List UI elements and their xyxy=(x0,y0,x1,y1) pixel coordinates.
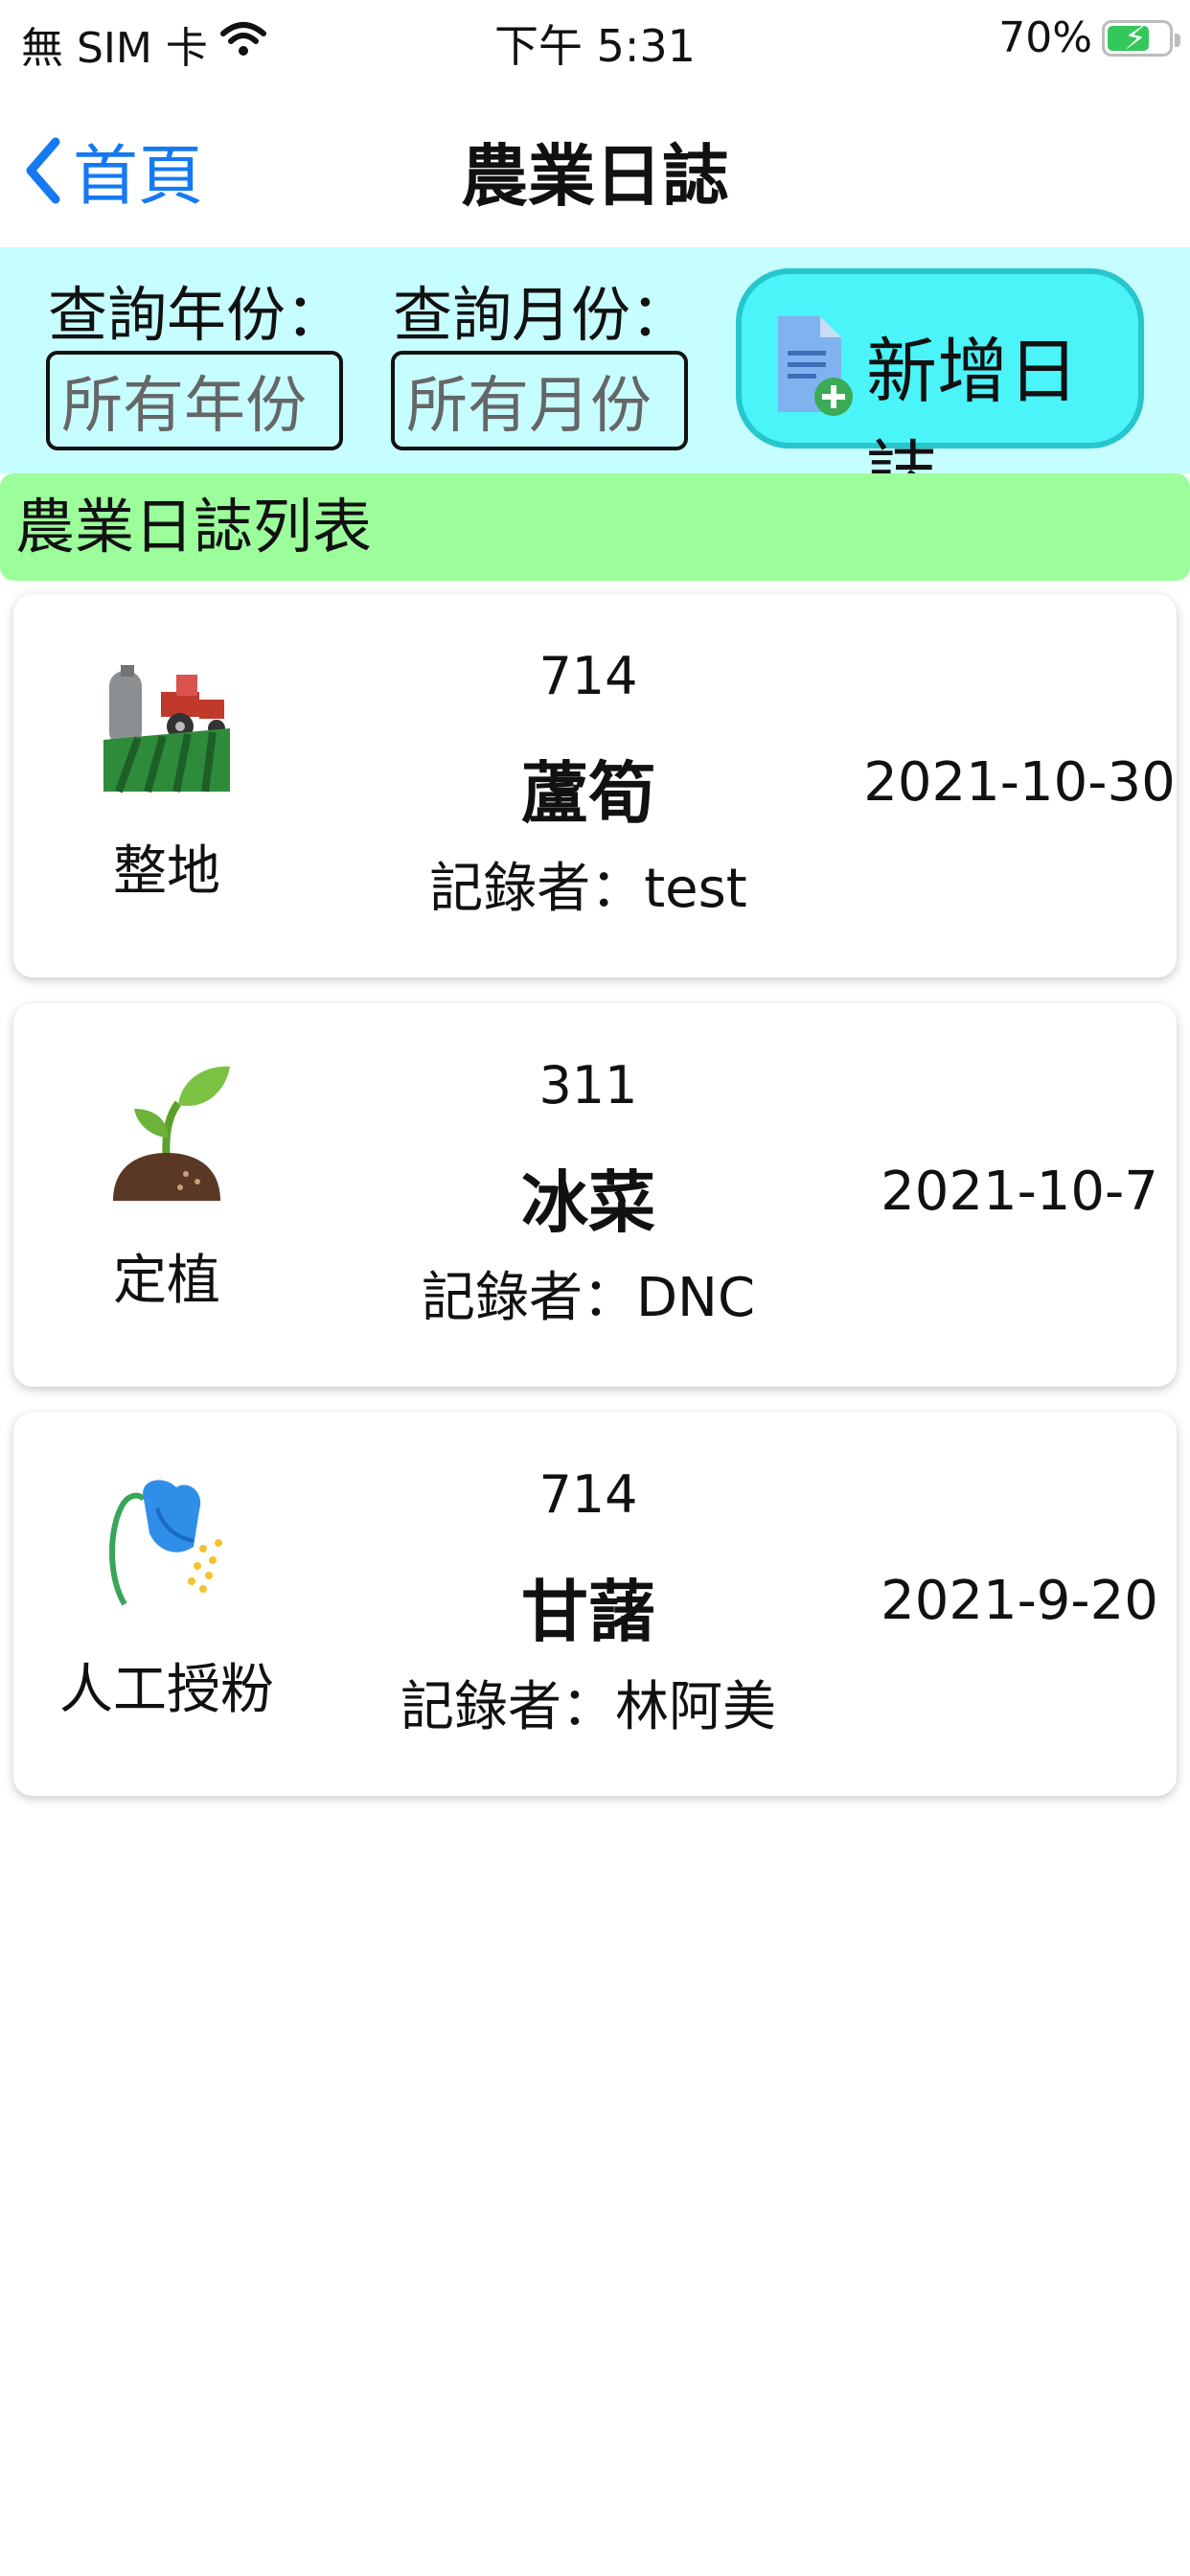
charging-bolt-icon: ⚡ xyxy=(1124,18,1147,58)
log-number: 714 xyxy=(538,646,638,706)
new-document-icon xyxy=(778,316,853,416)
crop-name: 甘藷 xyxy=(521,1573,655,1651)
battery-icon: ⚡ xyxy=(1102,18,1180,58)
seedling-icon xyxy=(113,1066,230,1201)
navigation-bar: 首頁 農業日誌 xyxy=(0,80,1190,249)
log-card[interactable]: 人工授粉 714 甘藷 記錄者：林阿美 2021-9-20 xyxy=(13,1413,1177,1796)
log-date: 2021-10-7 xyxy=(881,1161,1158,1223)
battery-percent: 70% xyxy=(998,13,1092,62)
month-filter-label: 查詢月份： xyxy=(393,280,691,350)
year-filter-label: 查詢年份： xyxy=(48,280,346,350)
page-title: 農業日誌 xyxy=(461,137,729,216)
recorder-label: 記錄者：DNC xyxy=(421,1267,756,1329)
crop-name: 蘆筍 xyxy=(521,754,655,833)
recorder-label: 記錄者：test xyxy=(429,858,747,920)
log-type-label: 人工授粉 xyxy=(59,1659,274,1721)
log-number: 714 xyxy=(538,1464,638,1525)
log-type-label: 整地 xyxy=(113,840,220,903)
month-filter-input[interactable] xyxy=(391,351,688,450)
recorder-label: 記錄者：林阿美 xyxy=(400,1676,776,1738)
search-panel: 查詢年份： 查詢月份： 新增日誌 xyxy=(0,247,1190,516)
flower-pollen-icon xyxy=(109,1480,222,1606)
status-right: 70% ⚡ xyxy=(998,13,1180,62)
year-filter-input[interactable] xyxy=(46,351,343,450)
log-number: 311 xyxy=(538,1055,638,1116)
tractor-farm-icon xyxy=(103,665,230,794)
crop-name: 冰菜 xyxy=(521,1163,655,1242)
list-header: 農業日誌列表 xyxy=(0,473,1190,581)
log-type-label: 定植 xyxy=(113,1250,220,1312)
log-date: 2021-10-30 xyxy=(863,751,1176,814)
log-date: 2021-9-20 xyxy=(881,1570,1158,1632)
add-log-button[interactable]: 新增日誌 xyxy=(736,268,1144,516)
log-card[interactable]: 定植 311 冰菜 記錄者：DNC 2021-10-7 xyxy=(13,1003,1177,1387)
log-card[interactable]: 整地 714 蘆筍 記錄者：test 2021-10-30 xyxy=(13,594,1177,978)
status-bar: 無 SIM 卡 下午 5:31 70% ⚡ xyxy=(0,0,1190,80)
